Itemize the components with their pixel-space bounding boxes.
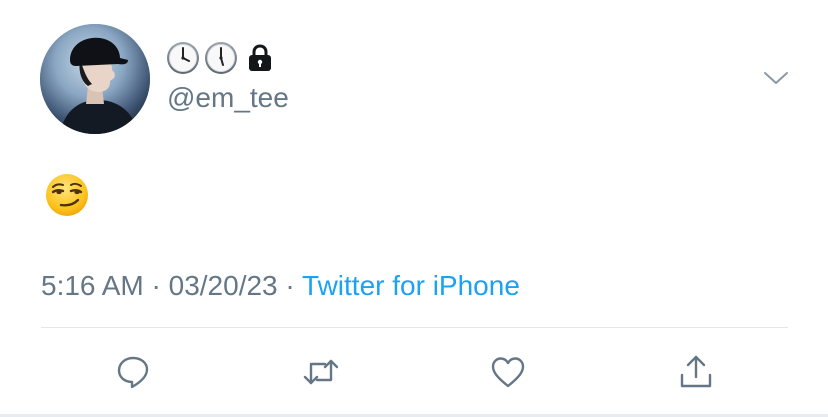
divider (41, 327, 788, 328)
reply-button[interactable] (113, 352, 153, 392)
like-icon (491, 357, 525, 388)
clock-icon (167, 42, 199, 74)
clock-icon (205, 42, 237, 74)
tweet-detail: @em_tee 5:16 AM · 03/20/23 · Twitter for… (0, 0, 828, 417)
reply-icon (117, 356, 149, 389)
meta-separator: · (143, 270, 169, 301)
tweet-source-link[interactable]: Twitter for iPhone (302, 270, 520, 301)
avatar[interactable] (40, 24, 150, 134)
smirking-face-emoji (46, 174, 88, 216)
retweet-icon (303, 359, 339, 385)
share-button[interactable] (676, 352, 716, 392)
chevron-down-icon[interactable] (762, 68, 790, 88)
avatar-image (40, 24, 150, 134)
display-name[interactable] (166, 40, 276, 76)
like-button[interactable] (488, 352, 528, 392)
tweet-time[interactable]: 5:16 AM (41, 270, 144, 301)
user-handle[interactable]: @em_tee (167, 81, 289, 115)
retweet-button[interactable] (301, 352, 341, 392)
share-icon (680, 355, 712, 388)
tweet-meta: 5:16 AM · 03/20/23 · Twitter for iPhone (41, 268, 520, 304)
lock-icon (249, 44, 271, 71)
tweet-date[interactable]: 03/20/23 (169, 270, 278, 301)
meta-separator: · (277, 270, 303, 301)
